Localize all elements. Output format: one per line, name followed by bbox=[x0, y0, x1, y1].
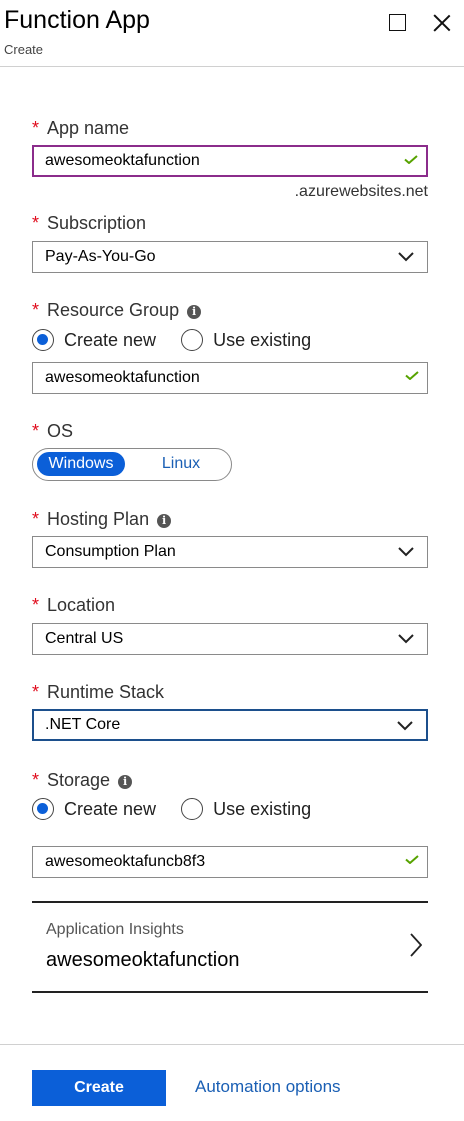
info-icon[interactable]: i bbox=[187, 305, 202, 319]
resource-group-create-new-radio[interactable]: Create new bbox=[32, 329, 156, 351]
checkmark-icon bbox=[404, 155, 418, 164]
required-asterisk: * bbox=[32, 770, 40, 790]
hosting-plan-dropdown[interactable]: Consumption Plan bbox=[32, 536, 428, 568]
required-asterisk: * bbox=[32, 595, 40, 615]
resource-group-radio-group: Create new Use existing bbox=[32, 329, 331, 356]
app-name-input[interactable]: awesomeoktafunction bbox=[32, 145, 428, 177]
subscription-label: * Subscription bbox=[32, 213, 147, 233]
info-icon[interactable]: i bbox=[118, 775, 133, 789]
storage-use-existing-radio[interactable]: Use existing bbox=[181, 798, 311, 820]
chevron-down-icon bbox=[397, 721, 413, 731]
domain-suffix: .azurewebsites.net bbox=[294, 183, 428, 200]
location-value: Central US bbox=[45, 630, 124, 647]
app-name-value: awesomeoktafunction bbox=[45, 152, 200, 169]
resource-group-input[interactable]: awesomeoktafunction bbox=[32, 362, 428, 394]
runtime-stack-label: * Runtime Stack bbox=[32, 682, 165, 702]
os-label: * OS bbox=[32, 421, 74, 441]
blade-header: Function App Create bbox=[0, 0, 464, 67]
resource-group-label: * Resource Group i bbox=[32, 300, 202, 321]
runtime-stack-value: .NET Core bbox=[45, 716, 121, 733]
radio-unselected-icon bbox=[181, 798, 204, 820]
storage-label: * Storage i bbox=[32, 770, 133, 791]
os-toggle: Windows Linux bbox=[32, 448, 232, 481]
os-linux-option[interactable]: Linux bbox=[139, 452, 223, 476]
chevron-down-icon bbox=[398, 252, 414, 262]
subscription-dropdown[interactable]: Pay-As-You-Go bbox=[32, 241, 428, 273]
storage-input[interactable]: awesomeoktafuncb8f3 bbox=[32, 846, 428, 878]
storage-create-new-radio[interactable]: Create new bbox=[32, 798, 156, 820]
required-asterisk: * bbox=[32, 682, 40, 702]
required-asterisk: * bbox=[32, 300, 40, 320]
required-asterisk: * bbox=[32, 509, 40, 529]
location-label: * Location bbox=[32, 595, 116, 615]
info-icon[interactable]: i bbox=[157, 514, 172, 528]
chevron-right-icon bbox=[410, 933, 422, 957]
chevron-down-icon bbox=[398, 634, 414, 644]
radio-unselected-icon bbox=[181, 329, 204, 351]
application-insights-row[interactable]: Application Insights awesomeoktafunction bbox=[32, 901, 428, 993]
resource-group-value: awesomeoktafunction bbox=[45, 369, 200, 386]
create-button[interactable]: Create bbox=[32, 1070, 166, 1106]
runtime-stack-dropdown[interactable]: .NET Core bbox=[32, 709, 428, 741]
radio-selected-icon bbox=[32, 798, 54, 820]
required-asterisk: * bbox=[32, 421, 40, 441]
storage-value: awesomeoktafuncb8f3 bbox=[45, 853, 206, 870]
checkmark-icon bbox=[405, 855, 419, 864]
page-subtitle: Create bbox=[4, 42, 44, 57]
footer-divider bbox=[0, 1044, 464, 1045]
radio-selected-icon bbox=[32, 329, 54, 351]
automation-options-link[interactable]: Automation options bbox=[195, 1077, 341, 1097]
application-insights-value: awesomeoktafunction bbox=[46, 949, 240, 971]
storage-radio-group: Create new Use existing bbox=[32, 798, 331, 825]
hosting-plan-value: Consumption Plan bbox=[45, 543, 176, 560]
subscription-value: Pay-As-You-Go bbox=[45, 248, 156, 265]
resource-group-use-existing-radio[interactable]: Use existing bbox=[181, 329, 311, 351]
application-insights-label: Application Insights bbox=[46, 921, 184, 938]
required-asterisk: * bbox=[32, 118, 40, 138]
close-icon[interactable] bbox=[432, 14, 450, 32]
page-title: Function App bbox=[4, 6, 150, 34]
required-asterisk: * bbox=[32, 213, 40, 233]
location-dropdown[interactable]: Central US bbox=[32, 623, 428, 655]
checkmark-icon bbox=[405, 371, 419, 380]
hosting-plan-label: * Hosting Plan i bbox=[32, 509, 172, 530]
chevron-down-icon bbox=[398, 547, 414, 557]
app-name-label: * App name bbox=[32, 118, 130, 138]
maximize-icon[interactable] bbox=[389, 14, 407, 32]
os-windows-option[interactable]: Windows bbox=[37, 452, 125, 476]
